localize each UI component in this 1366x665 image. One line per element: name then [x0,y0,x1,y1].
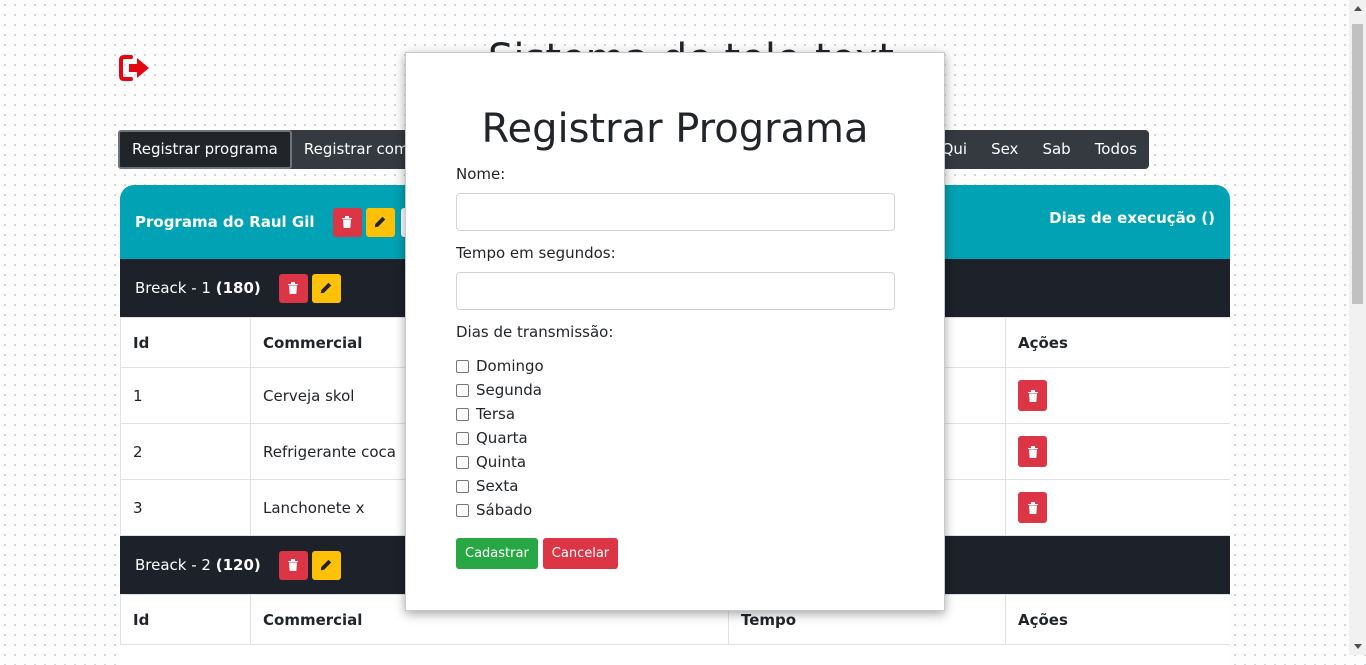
column-header-acoes: Ações [1005,317,1230,368]
column-header-id: Id [120,594,251,645]
day-option-domingo[interactable]: Domingo [456,354,894,378]
register-program-modal: Registrar Programa Nome: Tempo em segund… [405,52,945,611]
break-title: Breack - 1 (180) [135,279,261,297]
nav-day-sab[interactable]: Sab [1030,130,1082,169]
break-title: Breack - 2 (120) [135,556,261,574]
delete-commercial-button[interactable] [1018,380,1047,411]
delete-program-button[interactable] [332,207,362,237]
sabado-checkbox[interactable] [456,503,469,517]
nav-day-todos[interactable]: Todos [1083,130,1149,169]
pencil-icon [321,559,332,571]
cell-id: 1 [120,367,251,424]
day-option-quarta[interactable]: Quarta [456,426,894,450]
modal-title: Registrar Programa [481,106,869,152]
trash-icon [1027,445,1038,458]
logout-icon[interactable] [118,53,152,83]
cancelar-button[interactable]: Cancelar [542,538,619,569]
nav-day-sex[interactable]: Sex [979,130,1030,169]
trash-icon [342,216,353,228]
day-label: Tersa [476,405,516,423]
pencil-icon [374,216,386,228]
form-actions: Cadastrar Cancelar [456,538,894,569]
tempo-label: Tempo em segundos: [456,244,616,262]
edit-program-button[interactable] [365,207,395,237]
quinta-checkbox[interactable] [456,455,469,469]
cell-id: 3 [120,479,251,536]
dias-label: Dias de transmissão: [456,323,614,341]
pencil-icon [321,282,332,294]
delete-break-button[interactable] [278,273,308,303]
column-header-id: Id [120,317,251,368]
tempo-input[interactable] [456,272,895,310]
delete-commercial-button[interactable] [1018,436,1047,467]
day-option-tersa[interactable]: Tersa [456,402,894,426]
edit-break-button[interactable] [311,550,341,580]
program-name: Programa do Raul Gil [135,213,315,231]
domingo-checkbox[interactable] [456,359,469,373]
delete-break-button[interactable] [278,550,308,580]
nav-registrar-programa[interactable]: Registrar programa [118,130,292,169]
day-option-sexta[interactable]: Sexta [456,474,894,498]
cell-actions [1005,423,1230,480]
edit-break-button[interactable] [311,273,341,303]
cell-actions [1005,367,1230,424]
day-label: Quarta [476,429,528,447]
segunda-checkbox[interactable] [456,383,469,397]
trash-icon [1027,501,1038,514]
delete-commercial-button[interactable] [1018,492,1047,523]
cell-id: 2 [120,423,251,480]
day-label: Sábado [476,501,533,519]
cell-actions [1005,479,1230,536]
day-label: Segunda [476,381,542,399]
page-scrollbar[interactable] [1349,0,1366,655]
sexta-checkbox[interactable] [456,479,469,493]
trash-icon [288,559,299,571]
day-label: Quinta [476,453,527,471]
program-days-label: Dias de execução () [1049,209,1215,227]
tersa-checkbox[interactable] [456,407,469,421]
cadastrar-button[interactable]: Cadastrar [456,538,538,569]
day-option-segunda[interactable]: Segunda [456,378,894,402]
day-option-sabado[interactable]: Sábado [456,498,894,522]
day-option-quinta[interactable]: Quinta [456,450,894,474]
scroll-down-arrow-icon[interactable] [1349,638,1366,655]
quarta-checkbox[interactable] [456,431,469,445]
trash-icon [288,282,299,294]
days-checkbox-list: Domingo Segunda Tersa Quarta Quinta Sext… [456,354,894,522]
scroll-up-arrow-icon[interactable] [1349,0,1366,17]
nome-label: Nome: [456,165,506,183]
scrollbar-thumb[interactable] [1352,24,1363,304]
day-label: Sexta [476,477,519,495]
trash-icon [1027,389,1038,402]
day-label: Domingo [476,357,544,375]
column-header-acoes: Ações [1005,594,1230,645]
nome-input[interactable] [456,193,895,231]
